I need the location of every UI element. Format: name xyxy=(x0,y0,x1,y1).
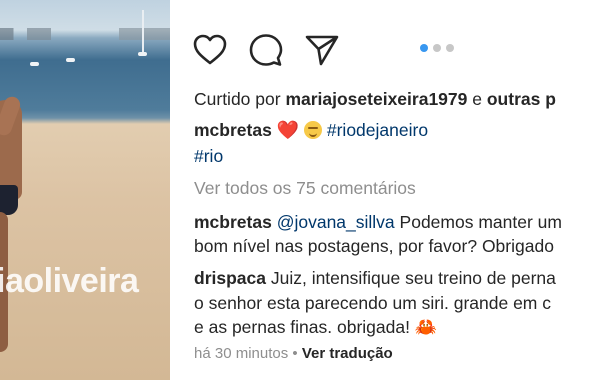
comment-2-line-2: o senhor esta parecendo um siri. grande … xyxy=(194,293,551,313)
footer-separator: • xyxy=(288,345,302,362)
post-photo[interactable]: iaoliveira xyxy=(0,0,170,380)
like-button[interactable] xyxy=(192,32,228,68)
photo-watermark: iaoliveira xyxy=(0,262,139,300)
comment-2-line-1: drispaca Juiz, intensifique seu treino d… xyxy=(194,267,556,289)
heart-emoji: ❤️ xyxy=(276,120,300,140)
caption-line-1: mcbretas ❤️ #riodejaneiro xyxy=(194,119,428,141)
likes-prefix: Curtido por xyxy=(194,89,286,109)
share-button[interactable] xyxy=(304,32,340,68)
city-skyline xyxy=(0,28,170,40)
view-all-comments-link[interactable]: Ver todos os 75 comentários xyxy=(194,177,416,199)
panel-divider xyxy=(170,0,178,380)
carousel-dot xyxy=(446,44,454,52)
comment-1-text: Podemos manter um xyxy=(394,212,562,232)
comment-2-username[interactable]: drispaca xyxy=(194,268,266,288)
see-translation-link[interactable]: Ver tradução xyxy=(302,345,393,362)
comment-2-text: Juiz, intensifique seu treino de perna xyxy=(265,268,556,288)
boat xyxy=(138,52,147,56)
person-figure xyxy=(0,90,28,360)
comment-1-mention[interactable]: @jovana_sillva xyxy=(277,212,395,232)
comment-timestamp: há 30 minutos xyxy=(194,345,289,362)
comment-1-username[interactable]: mcbretas xyxy=(194,212,272,232)
crab-emoji: 🦀 xyxy=(414,317,438,337)
liker-username[interactable]: mariajoseteixeira1979 xyxy=(285,89,467,109)
comment-2-text-end: e as pernas finas. obrigada! xyxy=(194,317,415,337)
carousel-indicator xyxy=(420,44,454,52)
comment-footer: há 30 minutos • Ver tradução xyxy=(194,343,393,365)
comment-1-line-2: bom nível nas postagens, por favor? Obri… xyxy=(194,236,554,256)
heart-outline-icon xyxy=(193,34,227,65)
caption-line-2: #rio xyxy=(194,145,223,167)
action-bar xyxy=(192,32,340,68)
smiling-face-emoji xyxy=(304,121,322,139)
comment-1-line-1: mcbretas @jovana_sillva Podemos manter u… xyxy=(194,211,562,233)
likes-middle: e xyxy=(467,89,487,109)
hashtag-riodejaneiro[interactable]: #riodejaneiro xyxy=(327,120,428,140)
hashtag-rio[interactable]: #rio xyxy=(194,146,223,166)
comment-2-line-3: e as pernas finas. obrigada! 🦀 xyxy=(194,316,437,338)
paper-plane-icon xyxy=(305,35,339,66)
comment-button[interactable] xyxy=(248,32,284,68)
sailboat-mast xyxy=(142,10,144,52)
caption-username[interactable]: mcbretas xyxy=(194,120,272,140)
boat xyxy=(30,62,39,66)
comments-panel: Curtido por mariajoseteixeira1979 e outr… xyxy=(178,0,610,380)
comment-bubble-icon xyxy=(249,34,283,66)
likes-line: Curtido por mariajoseteixeira1979 e outr… xyxy=(194,88,556,110)
boat xyxy=(66,58,75,62)
carousel-dot xyxy=(433,44,441,52)
likes-others-link[interactable]: outras p xyxy=(487,89,556,109)
carousel-dot-active xyxy=(420,44,428,52)
